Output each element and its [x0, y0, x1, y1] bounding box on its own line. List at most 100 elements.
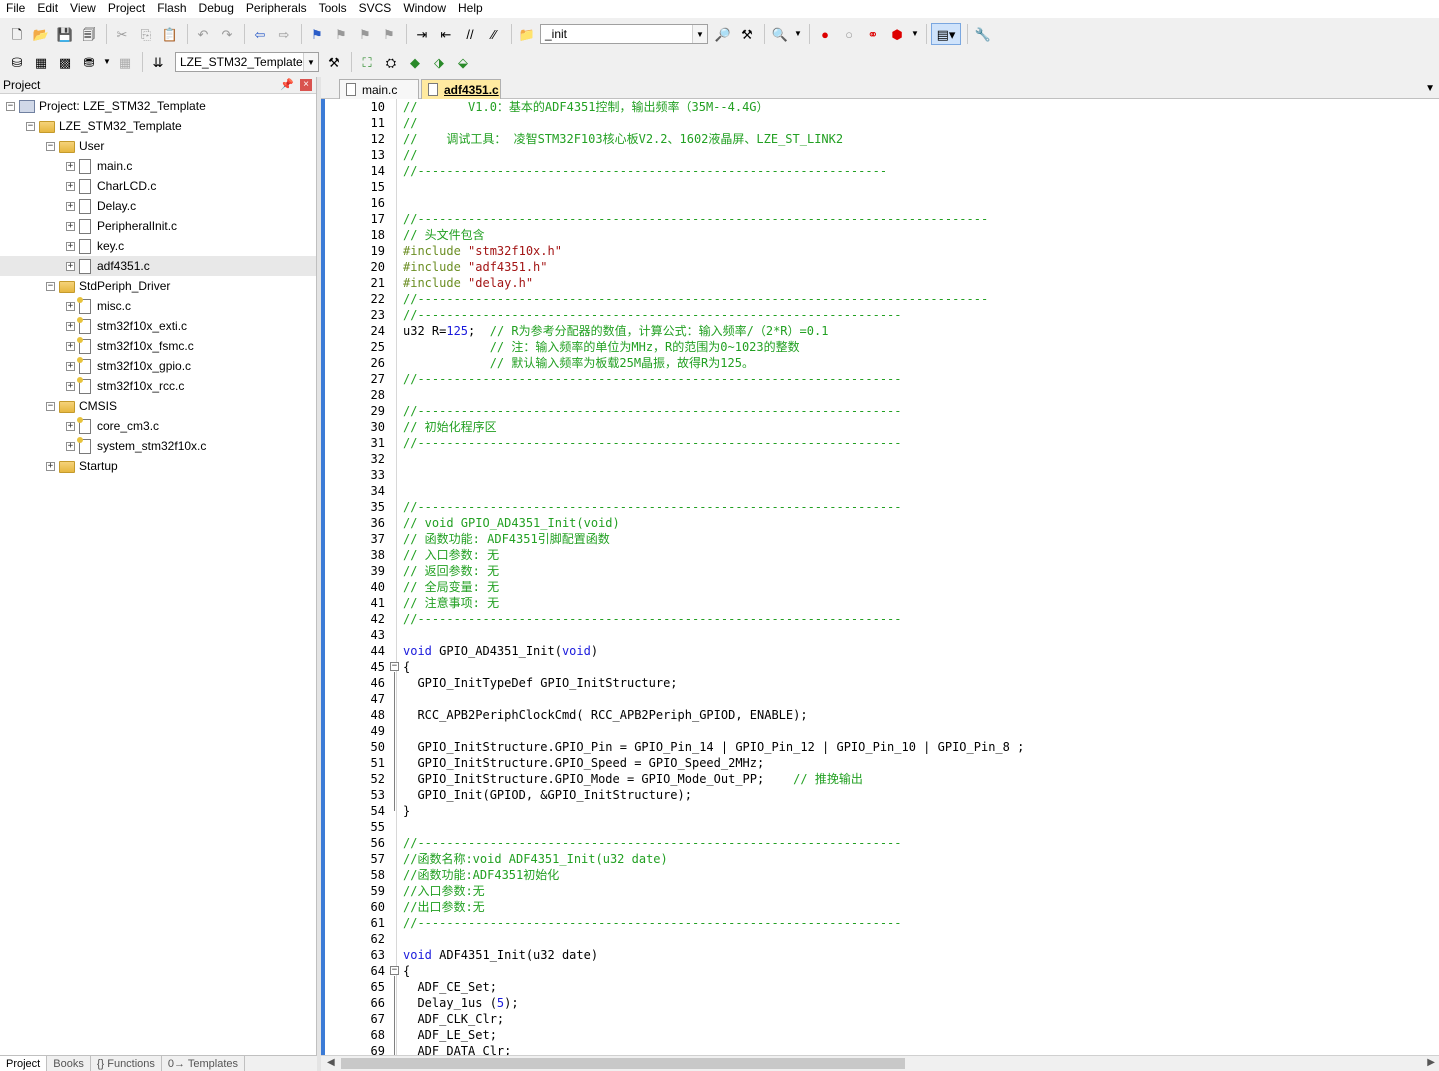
configuration-wrench-icon[interactable]: 🔧 [972, 23, 994, 45]
pin-icon[interactable]: 📌 [280, 78, 294, 91]
code-line[interactable]: 58 //函数功能:ADF4351初始化 [321, 867, 1439, 883]
expand-icon[interactable]: + [66, 441, 75, 451]
code-line[interactable]: 68 ADF_LE_Set; [321, 1027, 1439, 1043]
code-line[interactable]: 54} [321, 803, 1439, 819]
breakpoint-kill-all-icon[interactable]: ⬢ [886, 23, 908, 45]
redo-icon[interactable]: ↷ [216, 23, 238, 45]
chevron-down-icon[interactable]: ▼ [1425, 83, 1435, 94]
menu-help[interactable]: Help [452, 0, 489, 18]
comment-icon[interactable]: // [459, 23, 481, 45]
code-line[interactable]: 13 // [321, 147, 1439, 163]
code-line[interactable]: 55 [321, 819, 1439, 835]
batch-build-icon[interactable]: ⛃ [78, 51, 100, 73]
menu-tools[interactable]: Tools [313, 0, 353, 18]
new-file-icon[interactable]: 🗋 [6, 23, 28, 45]
target-options-icon[interactable]: ⚒ [323, 51, 345, 73]
code-line[interactable]: 17 //------------------------------------… [321, 211, 1439, 227]
code-line[interactable]: 48 RCC_APB2PeriphClockCmd( RCC_APB2Perip… [321, 707, 1439, 723]
code-line[interactable]: 26 // 默认输入频率为板载25M晶振，故得R为125。 [321, 355, 1439, 371]
code-line[interactable]: 60 //出口参数:无 [321, 899, 1439, 915]
code-line[interactable]: 45−{ [321, 659, 1439, 675]
code-line[interactable]: 40 // 全局变量: 无 [321, 579, 1439, 595]
code-line[interactable]: 67 ADF_CLK_Clr; [321, 1011, 1439, 1027]
tree-item[interactable]: − LZE_STM32_Template [0, 116, 316, 136]
breakpoint-disable-icon[interactable]: ○ [838, 23, 860, 45]
configure-icon[interactable]: ⚒ [736, 23, 758, 45]
indent-icon[interactable]: ⇥ [411, 23, 433, 45]
collapse-icon[interactable]: − [46, 141, 55, 151]
collapse-icon[interactable]: − [46, 281, 55, 291]
code-line[interactable]: 56 //------------------------------------… [321, 835, 1439, 851]
tree-item[interactable]: + stm32f10x_rcc.c [0, 376, 316, 396]
undo-icon[interactable]: ↶ [192, 23, 214, 45]
tree-item[interactable]: + stm32f10x_fsmc.c [0, 336, 316, 356]
code-line[interactable]: 69 ADF_DATA_Clr; [321, 1043, 1439, 1055]
unindent-icon[interactable]: ⇤ [435, 23, 457, 45]
expand-icon[interactable]: + [66, 161, 75, 171]
tree-item[interactable]: − Project: LZE_STM32_Template [0, 96, 316, 116]
bookmark-clear-icon[interactable]: ⚑ [378, 23, 400, 45]
debug-session-icon[interactable]: 🔍 [769, 23, 791, 45]
editor-tab[interactable]: main.c [339, 79, 419, 99]
expand-icon[interactable]: + [66, 261, 75, 271]
code-line[interactable]: 42 //------------------------------------… [321, 611, 1439, 627]
find-combo[interactable]: _init ▼ [540, 24, 708, 44]
code-line[interactable]: 52 GPIO_InitStructure.GPIO_Mode = GPIO_M… [321, 771, 1439, 787]
menu-project[interactable]: Project [102, 0, 151, 18]
fold-toggle-icon[interactable]: − [390, 662, 399, 671]
menu-svcs[interactable]: SVCS [353, 0, 398, 18]
rebuild-icon[interactable]: ▩ [54, 51, 76, 73]
code-line[interactable]: 36 // void GPIO_AD4351_Init(void) [321, 515, 1439, 531]
code-area[interactable]: 10// V1.0：基本的ADF4351控制，输出频率（35M--4.4G） 11… [321, 99, 1439, 1055]
build-icon[interactable]: ▦ [30, 51, 52, 73]
menu-file[interactable]: File [0, 0, 31, 18]
panel-tab[interactable]: 0→ Templates [162, 1056, 246, 1071]
code-line[interactable]: 53 GPIO_Init(GPIOD, &GPIO_InitStructure)… [321, 787, 1439, 803]
code-line[interactable]: 14 //------------------------------------… [321, 163, 1439, 179]
menu-edit[interactable]: Edit [31, 0, 64, 18]
code-line[interactable]: 32 [321, 451, 1439, 467]
tree-item[interactable]: + Startup [0, 456, 316, 476]
code-line[interactable]: 59 //入口参数:无 [321, 883, 1439, 899]
paste-icon[interactable]: 📋 [159, 23, 181, 45]
expand-icon[interactable]: + [66, 201, 75, 211]
menu-peripherals[interactable]: Peripherals [240, 0, 313, 18]
tree-item[interactable]: + adf4351.c [0, 256, 316, 276]
code-line[interactable]: 21 #include "delay.h" [321, 275, 1439, 291]
expand-icon[interactable]: + [66, 181, 75, 191]
collapse-icon[interactable]: − [26, 121, 35, 131]
code-line[interactable]: 41 // 注意事项: 无 [321, 595, 1439, 611]
menu-view[interactable]: View [64, 0, 102, 18]
tree-item[interactable]: − StdPeriph_Driver [0, 276, 316, 296]
expand-icon[interactable]: + [66, 321, 75, 331]
fold-toggle-icon[interactable]: − [390, 966, 399, 975]
tree-item[interactable]: + misc.c [0, 296, 316, 316]
code-line[interactable]: 16 [321, 195, 1439, 211]
tree-item[interactable]: + PeripheralInit.c [0, 216, 316, 236]
code-line[interactable]: 63 void ADF4351_Init(u32 date) [321, 947, 1439, 963]
panel-tab[interactable]: Project [0, 1056, 48, 1071]
target-combo[interactable]: LZE_STM32_Template ▼ [175, 52, 319, 72]
manage-rte-icon[interactable]: ⛭ [380, 51, 402, 73]
bookmark-next-icon[interactable]: ⚑ [354, 23, 376, 45]
menu-window[interactable]: Window [397, 0, 452, 18]
expand-icon[interactable]: + [66, 361, 75, 371]
code-line[interactable]: 44 void GPIO_AD4351_Init(void) [321, 643, 1439, 659]
code-line[interactable]: 27 //------------------------------------… [321, 371, 1439, 387]
menu-debug[interactable]: Debug [193, 0, 240, 18]
code-line[interactable]: 23 //------------------------------------… [321, 307, 1439, 323]
tree-item[interactable]: + system_stm32f10x.c [0, 436, 316, 456]
expand-icon[interactable]: + [66, 381, 75, 391]
tree-item[interactable]: + Delay.c [0, 196, 316, 216]
code-line[interactable]: 11 // [321, 115, 1439, 131]
code-line[interactable]: 19 #include "stm32f10x.h" [321, 243, 1439, 259]
find-in-files-icon[interactable]: 📁 [516, 23, 538, 45]
tree-item[interactable]: + CharLCD.c [0, 176, 316, 196]
code-line[interactable]: 50 GPIO_InitStructure.GPIO_Pin = GPIO_Pi… [321, 739, 1439, 755]
code-line[interactable]: 33 [321, 467, 1439, 483]
incremental-find-icon[interactable]: 🔎 [712, 23, 734, 45]
expand-icon[interactable]: + [66, 421, 75, 431]
code-line[interactable]: 46 GPIO_InitTypeDef GPIO_InitStructure; [321, 675, 1439, 691]
translate-icon[interactable]: ⛁ [6, 51, 28, 73]
chevron-down-icon[interactable]: ▼ [102, 51, 112, 73]
